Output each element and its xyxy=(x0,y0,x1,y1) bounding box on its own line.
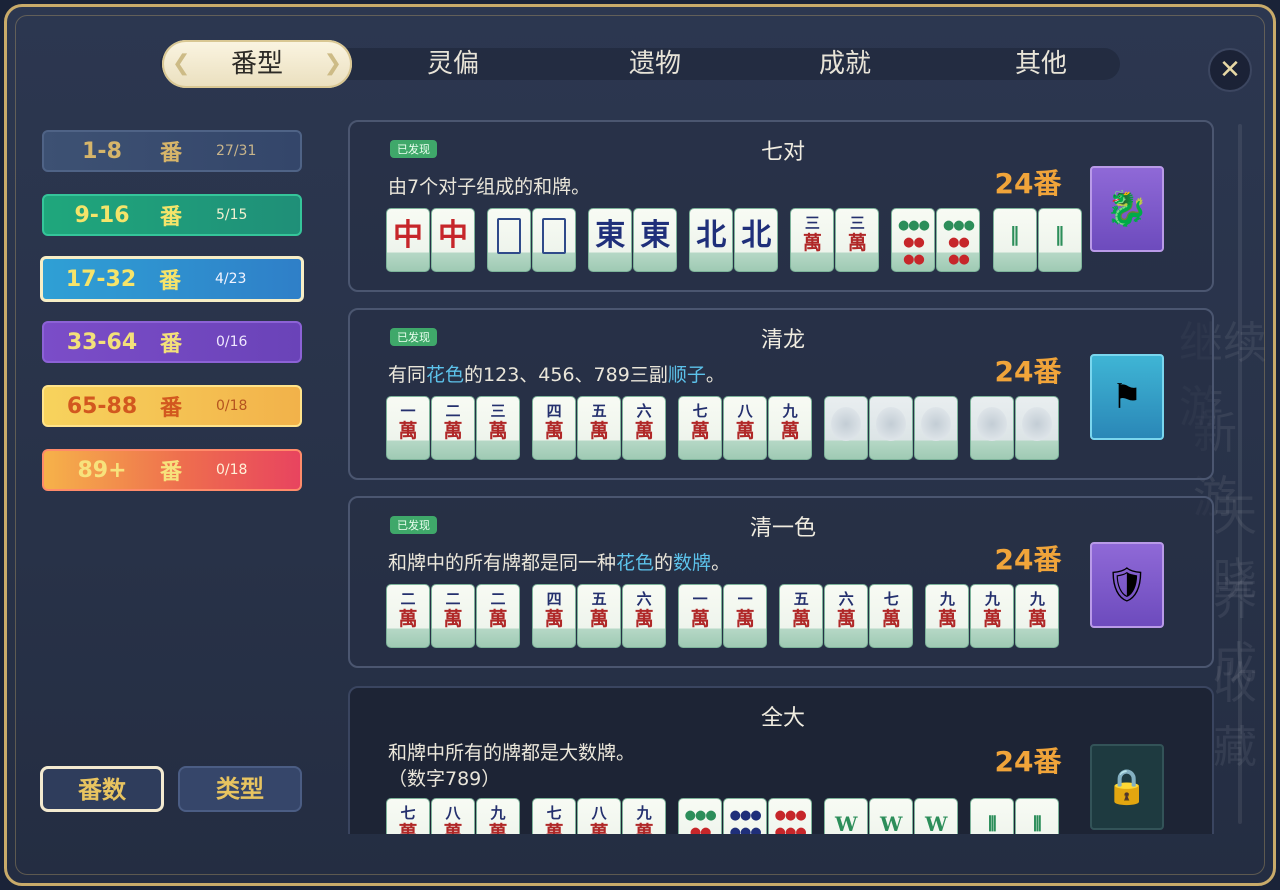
close-icon[interactable]: ✕ xyxy=(1208,48,1252,92)
card-title: 清一色 xyxy=(749,516,816,541)
range-fan: 番 xyxy=(160,205,183,230)
card-title: 七对 xyxy=(760,140,805,165)
fan-card-quanda[interactable]: 全大 和牌中所有的牌都是大数牌。 （数字789） 24番 🔒 七萬八萬九萬 七萬八… xyxy=(348,686,1214,834)
card-description: 由7个对子组成的和牌。 xyxy=(388,176,591,198)
range-33-64[interactable]: 33-64 番 0/16 xyxy=(42,321,302,363)
tile-face: 中 xyxy=(393,218,423,253)
mahjong-tile-2-tiao: ‖ xyxy=(1037,208,1082,272)
tab-bar: 番型 灵偏 遗物 成就 其他 xyxy=(160,40,1120,88)
tab-achievements[interactable]: 成就 xyxy=(750,40,940,88)
fan-card-qingyise[interactable]: 已发现 清一色 和牌中的所有牌都是同一种花色的数牌。 24番 🛡 二萬二萬二萬 … xyxy=(348,496,1214,668)
scrollbar[interactable] xyxy=(1238,124,1242,824)
card-fan-value: 24番 xyxy=(994,745,1062,778)
mahjong-tile-red-dragon: 中 xyxy=(431,208,475,272)
card-description: 和牌中所有的牌都是大数牌。 （数字789） xyxy=(388,742,636,790)
card-title: 全大 xyxy=(760,706,805,731)
range-fan: 番 xyxy=(160,460,183,485)
range-9-16[interactable]: 9-16 番 5/15 xyxy=(42,194,302,236)
bg-deco-text: 收藏 xyxy=(1213,658,1257,773)
tile-row: 中中 東東 北北 三萬三萬 ●●● ●● ●● ●●● ●● ●● ‖ ‖ xyxy=(386,208,1089,274)
range-fan: 番 xyxy=(159,269,182,294)
range-label: 9-16 xyxy=(74,202,130,228)
range-count: 0/16 xyxy=(216,334,248,350)
range-fan: 番 xyxy=(160,332,183,357)
sort-by-fan-button[interactable]: 番数 xyxy=(40,766,164,812)
armor-vest-icon: 🛡 xyxy=(1090,542,1164,628)
mahjong-tile-red-dragon: 中 xyxy=(386,208,430,272)
dragon-spirit-icon: 🐉 xyxy=(1090,166,1164,252)
card-fan-value: 24番 xyxy=(994,543,1062,576)
range-65-88[interactable]: 65-88 番 0/18 xyxy=(42,385,302,427)
tile-face: 中 xyxy=(438,218,468,253)
locked-relic-icon: 🔒 xyxy=(1090,744,1164,830)
fan-type-list[interactable]: 已发现 七对 由7个对子组成的和牌。 24番 🐉 中中 東東 北北 三萬三萬 ●… xyxy=(348,118,1216,834)
range-fan: 番 xyxy=(160,396,183,421)
range-label: 33-64 xyxy=(66,329,138,355)
tab-fan-types[interactable]: 番型 xyxy=(162,40,352,88)
mahjong-tile-8-tong: ●●● ●● ●● xyxy=(936,208,981,272)
tile-row: 七萬八萬九萬 七萬八萬九萬 ●●● ●● ●●● ●●● ●●● ●●● WWW ⦀ ⦀ xyxy=(386,798,1066,834)
mahjong-tile-3-wan: 三萬 xyxy=(790,208,835,272)
range-label: 17-32 xyxy=(65,266,137,292)
mahjong-tile-8-tong: ●●● ●● ●● xyxy=(891,208,936,272)
range-1-8[interactable]: 1-8 番 27/31 xyxy=(42,130,302,172)
fan-card-qidui[interactable]: 已发现 七对 由7个对子组成的和牌。 24番 🐉 中中 東東 北北 三萬三萬 ●… xyxy=(348,120,1214,292)
mahjong-tile-white-dragon xyxy=(532,208,577,272)
sort-by-type-button[interactable]: 类型 xyxy=(178,766,302,812)
tile-face: 東 xyxy=(595,218,626,253)
card-fan-value: 24番 xyxy=(994,167,1062,200)
card-description: 和牌中的所有牌都是同一种花色的数牌。 xyxy=(388,552,731,574)
card-title: 清龙 xyxy=(760,328,805,353)
tab-relics[interactable]: 遗物 xyxy=(560,40,750,88)
hidden-tile xyxy=(1015,396,1060,460)
hidden-tile xyxy=(824,396,869,460)
range-label: 65-88 xyxy=(66,393,138,419)
tab-others[interactable]: 其他 xyxy=(946,40,1136,88)
range-label: 89+ xyxy=(77,457,127,483)
hidden-tile xyxy=(914,396,959,460)
tile-face: 東 xyxy=(640,218,671,253)
range-17-32[interactable]: 17-32 番 4/23 xyxy=(40,256,304,302)
mahjong-tile-2-tiao: ‖ xyxy=(992,208,1037,272)
tile-face: 北 xyxy=(696,218,727,253)
range-count: 4/23 xyxy=(215,271,247,287)
mahjong-tile-3-wan: 三萬 xyxy=(835,208,880,272)
range-89-plus[interactable]: 89+ 番 0/18 xyxy=(42,449,302,491)
range-fan: 番 xyxy=(160,141,183,166)
tile-row: 一萬二萬三萬 四萬五萬六萬 七萬八萬九萬 xyxy=(386,396,1066,462)
fan-card-qinglong[interactable]: 已发现 清龙 有同花色的123、456、789三副顺子。 24番 ⚑ 一萬二萬三… xyxy=(348,308,1214,480)
card-fan-value: 24番 xyxy=(994,355,1062,388)
mahjong-tile-white-dragon xyxy=(487,208,532,272)
tile-face: 北 xyxy=(741,218,772,253)
hidden-tile xyxy=(970,396,1015,460)
tab-spirits[interactable]: 灵偏 xyxy=(358,40,548,88)
tile-row: 二萬二萬二萬 四萬五萬六萬 一萬一萬 五萬六萬七萬 九萬九萬九萬 xyxy=(386,584,1066,650)
range-count: 27/31 xyxy=(216,143,257,159)
range-count: 5/15 xyxy=(216,207,248,223)
banner-spear-icon: ⚑ xyxy=(1090,354,1164,440)
range-label: 1-8 xyxy=(82,138,122,164)
hidden-tile xyxy=(869,396,914,460)
range-count: 0/18 xyxy=(216,398,248,414)
range-count: 0/18 xyxy=(216,462,248,478)
card-description: 有同花色的123、456、789三副顺子。 xyxy=(388,364,725,386)
